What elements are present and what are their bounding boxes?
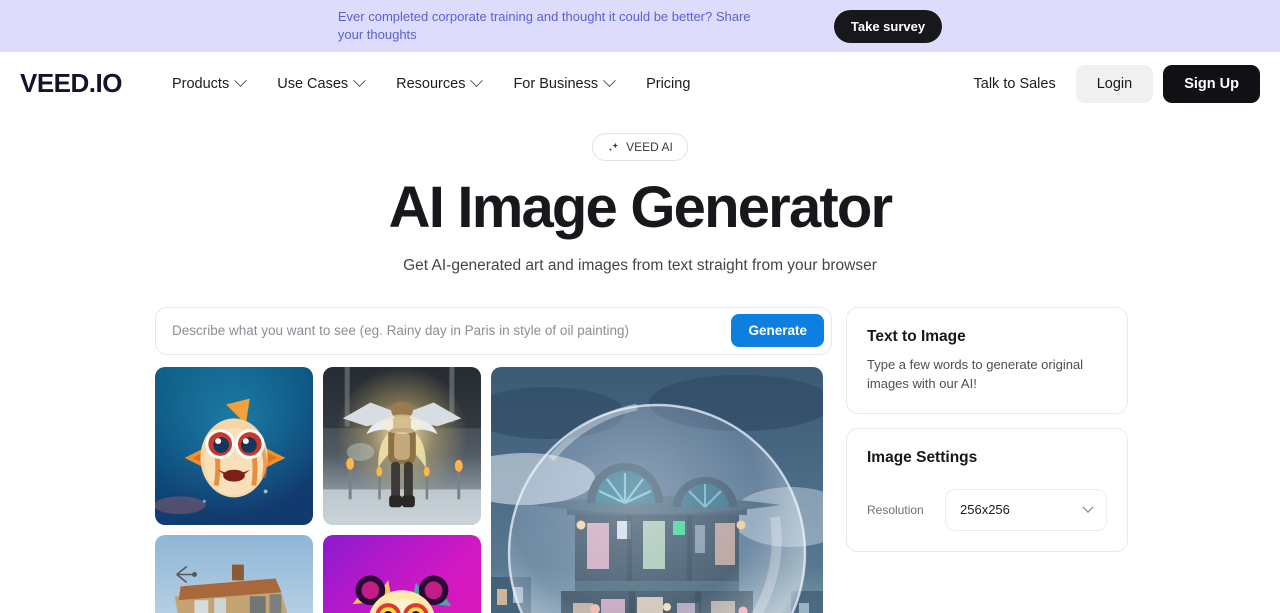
veed-ai-badge-label: VEED AI: [626, 140, 673, 154]
sparkle-icon: [607, 141, 620, 154]
workspace: Generate: [0, 306, 1280, 613]
resolution-setting: Resolution 256x256: [867, 488, 1107, 531]
chevron-down-icon: [353, 74, 367, 88]
resolution-label: Resolution: [867, 502, 924, 517]
resolution-select[interactable]: 256x256: [945, 488, 1107, 531]
login-button[interactable]: Login: [1075, 64, 1154, 103]
gallery-item-floating-house[interactable]: [155, 534, 313, 613]
text-to-image-body: Type a few words to generate original im…: [867, 356, 1084, 391]
gallery-item-domed-city-building[interactable]: [491, 366, 823, 613]
veed-logo[interactable]: VEED.IO: [20, 68, 122, 99]
nav-item-pricing[interactable]: Pricing: [630, 68, 706, 100]
gallery-thumbnails: [155, 366, 481, 613]
nav-links: Products Use Cases Resources For Busines…: [156, 68, 706, 100]
nav-item-resources[interactable]: Resources: [380, 68, 497, 100]
veed-ai-badge[interactable]: VEED AI: [592, 133, 688, 161]
nav-item-use-cases-label: Use Cases: [277, 75, 349, 92]
top-navigation: VEED.IO Products Use Cases Resources For…: [0, 52, 1280, 115]
nav-item-products[interactable]: Products: [156, 68, 261, 100]
nav-item-products-label: Products: [171, 75, 230, 92]
chevron-down-icon: [470, 74, 484, 88]
talk-to-sales-link[interactable]: Talk to Sales: [964, 68, 1066, 100]
gallery-item-neon-panda[interactable]: [323, 534, 481, 613]
hero-section: VEED AI AI Image Generator Get AI-genera…: [0, 115, 1280, 275]
image-gallery: [155, 366, 832, 613]
image-settings-title: Image Settings: [867, 448, 978, 466]
nav-actions: Talk to Sales Login Sign Up: [964, 64, 1260, 103]
gallery-item-cartoon-clownfish[interactable]: [155, 366, 313, 525]
nav-item-pricing-label: Pricing: [646, 75, 691, 92]
resolution-value: 256x256: [960, 502, 1010, 518]
chevron-down-icon: [603, 74, 616, 88]
image-settings-card: Image Settings Resolution 256x256: [846, 427, 1128, 552]
prompt-input[interactable]: [172, 323, 732, 339]
nav-item-for-business-label: For Business: [513, 75, 599, 92]
page-title: AI Image Generator: [388, 175, 893, 240]
generate-button[interactable]: Generate: [731, 314, 824, 348]
generator-column: Generate: [155, 306, 832, 613]
prompt-bar: Generate: [155, 306, 832, 355]
gallery-row: [155, 534, 481, 613]
gallery-row: [155, 366, 481, 525]
chevron-down-icon: [1082, 501, 1094, 513]
announcement-banner: Ever completed corporate training and th…: [0, 0, 1280, 52]
text-to-image-card: Text to Image Type a few words to genera…: [846, 306, 1128, 414]
sign-up-button[interactable]: Sign Up: [1163, 64, 1260, 103]
nav-item-resources-label: Resources: [396, 75, 466, 92]
text-to-image-title: Text to Image: [867, 327, 966, 345]
page-subtitle: Get AI-generated art and images from tex…: [403, 256, 877, 274]
announcement-text: Ever completed corporate training and th…: [337, 9, 751, 42]
side-panel: Text to Image Type a few words to genera…: [846, 306, 1128, 552]
take-survey-button[interactable]: Take survey: [833, 9, 943, 43]
chevron-down-icon: [234, 74, 248, 88]
nav-item-use-cases[interactable]: Use Cases: [261, 68, 380, 100]
gallery-item-armored-warrior[interactable]: [323, 366, 481, 525]
nav-item-for-business[interactable]: For Business: [497, 68, 630, 100]
